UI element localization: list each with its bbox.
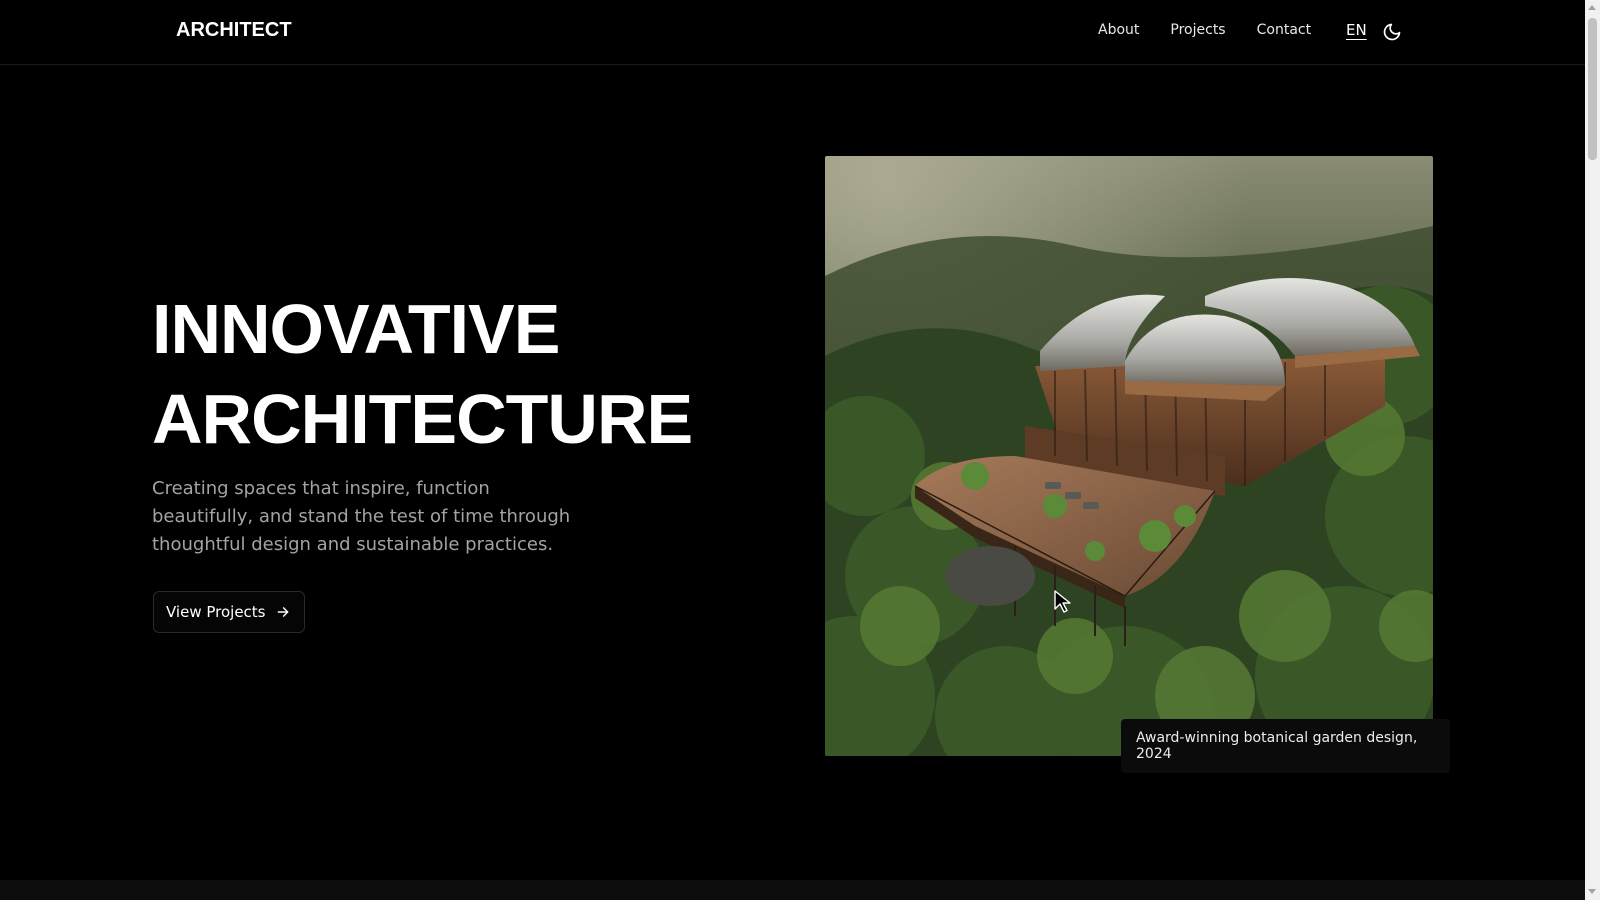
hero-title-line-2: ARCHITECTURE xyxy=(152,380,693,458)
next-section-edge xyxy=(0,880,1585,900)
nav-about-link[interactable]: About xyxy=(1098,22,1139,38)
brand-logo[interactable]: ARCHITECT xyxy=(176,19,292,42)
hero-title: INNOVATIVE ARCHITECTURE xyxy=(152,284,693,464)
view-projects-label: View Projects xyxy=(166,603,266,621)
mouse-cursor-icon xyxy=(1054,590,1071,613)
scroll-thumb[interactable] xyxy=(1588,18,1597,160)
theme-toggle-button[interactable] xyxy=(1382,22,1402,42)
main-nav: About Projects Contact xyxy=(1098,22,1342,38)
scroll-up-icon[interactable] xyxy=(1588,5,1596,10)
botanical-building-illustration xyxy=(825,156,1433,756)
image-caption: Award-winning botanical garden design, 2… xyxy=(1121,719,1450,773)
arrow-right-icon xyxy=(277,607,288,617)
hero-title-line-1: INNOVATIVE xyxy=(152,290,560,368)
page: ARCHITECT About Projects Contact EN INNO… xyxy=(0,0,1585,900)
vertical-scrollbar[interactable] xyxy=(1585,0,1600,900)
nav-projects-link[interactable]: Projects xyxy=(1170,22,1225,38)
language-switcher[interactable]: EN xyxy=(1346,21,1367,39)
view-projects-button[interactable]: View Projects xyxy=(153,591,305,633)
hero-subtitle: Creating spaces that inspire, function b… xyxy=(152,478,571,555)
scroll-down-icon[interactable] xyxy=(1588,889,1596,894)
hero-image xyxy=(825,156,1433,756)
site-header: ARCHITECT About Projects Contact EN xyxy=(0,0,1585,65)
nav-contact-link[interactable]: Contact xyxy=(1257,22,1311,38)
moon-icon xyxy=(1383,23,1401,41)
